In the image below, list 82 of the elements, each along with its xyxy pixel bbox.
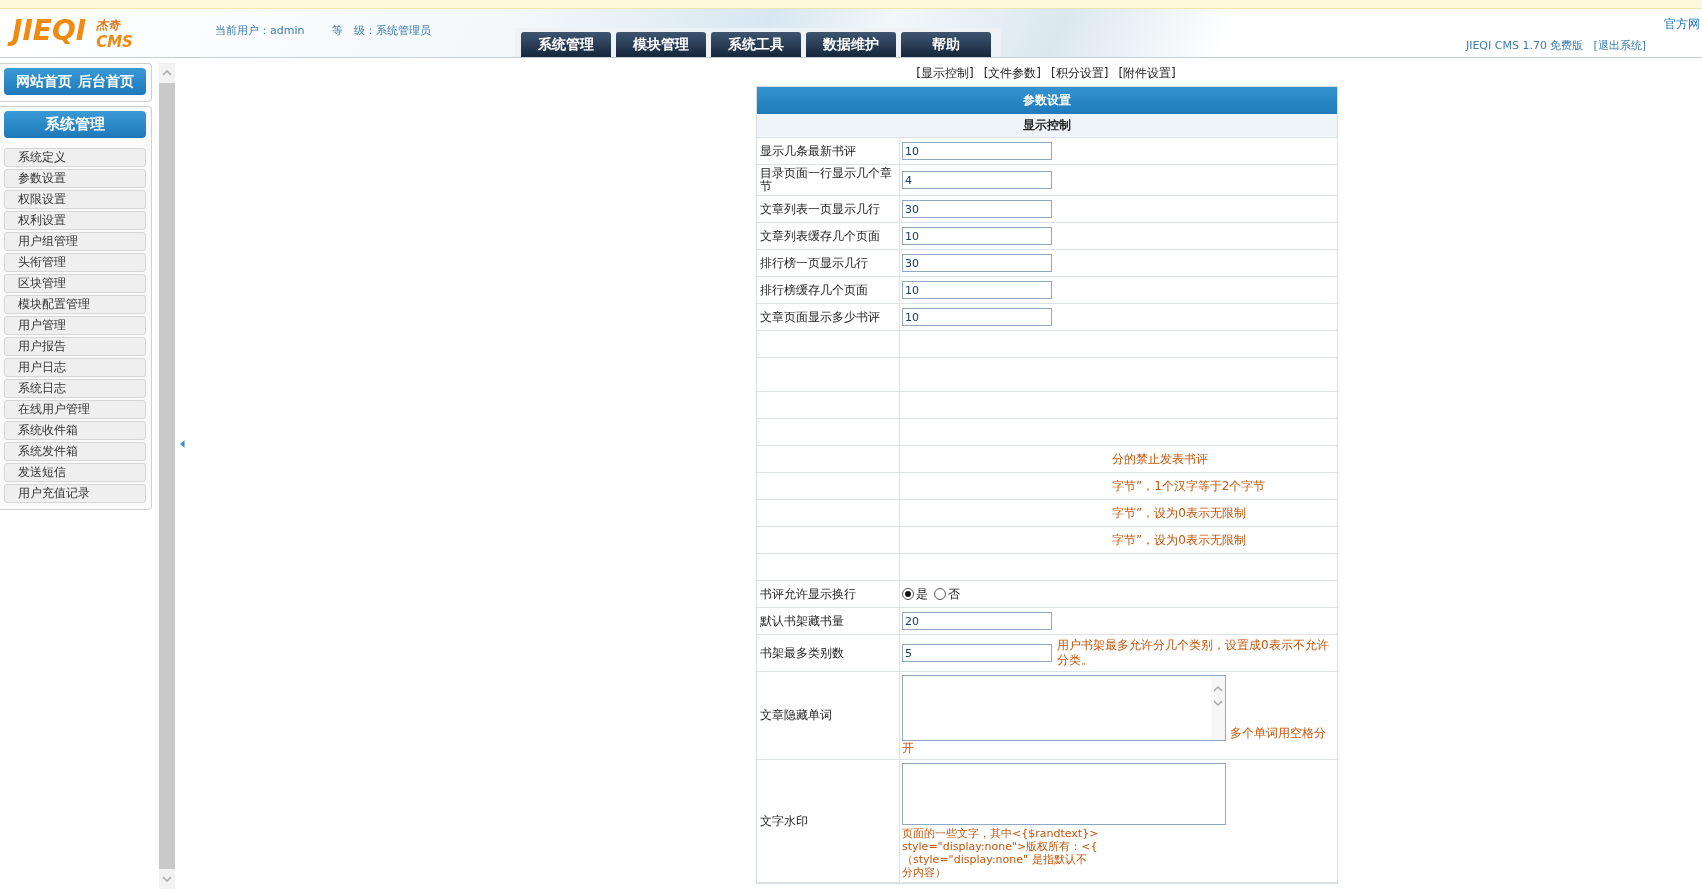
sidebar-item[interactable]: 用户报告 xyxy=(4,337,146,356)
scroll-down-icon[interactable] xyxy=(162,876,173,882)
hint-text: 字节”，1个汉字等于2个字节 xyxy=(1111,477,1266,495)
sidebar-item[interactable]: 权限设置 xyxy=(4,190,146,209)
radio-option[interactable]: 是 xyxy=(902,585,928,603)
sidebar-item[interactable]: 在线用户管理 xyxy=(4,400,146,419)
nav-tab[interactable]: 系统工具 xyxy=(711,32,801,57)
hint-text: 字节”，设为0表示无限制 xyxy=(1111,531,1246,549)
nav-tab[interactable]: 帮助 xyxy=(901,32,991,57)
number-field[interactable]: 4 xyxy=(902,171,1052,189)
sidebar-item[interactable]: 模块配置管理 xyxy=(4,295,146,314)
radio-button[interactable] xyxy=(902,588,914,600)
sidebar-item[interactable]: 用户充值记录 xyxy=(4,484,146,503)
number-field[interactable]: 30 xyxy=(902,254,1052,272)
current-user: 当前用户：admin xyxy=(215,23,305,39)
scroll-down-icon[interactable] xyxy=(1213,700,1223,706)
user-level: 等 级：系统管理员 xyxy=(332,23,432,39)
sidebar-item[interactable]: 用户组管理 xyxy=(4,232,146,251)
site-link[interactable]: 官方网 xyxy=(1664,16,1700,33)
logo-text: CMS xyxy=(96,33,134,51)
sidebar-item[interactable]: 发送短信 xyxy=(4,463,146,482)
nav-tab[interactable]: 模块管理 xyxy=(616,32,706,57)
sidebar-item[interactable]: 权利设置 xyxy=(4,211,146,230)
hint-text: 分的禁止发表书评 xyxy=(1111,450,1208,468)
number-field[interactable]: 10 xyxy=(902,142,1052,160)
scroll-up-icon[interactable] xyxy=(162,70,173,76)
number-field[interactable]: 10 xyxy=(902,281,1052,299)
hint-text: 分内容） xyxy=(902,866,947,879)
group-heading: 显示控制 xyxy=(757,114,1337,138)
hint-text: （style="display:none" 是指默认不 xyxy=(902,853,1088,866)
hint-text: 多个单词用空格分开 xyxy=(902,726,1326,755)
sidebar-item[interactable]: 系统收件箱 xyxy=(4,421,146,440)
logo-text: JIEQI xyxy=(8,11,95,51)
number-field[interactable]: 10 xyxy=(902,227,1052,245)
hint-text: style="display:none">版权所有：<{ xyxy=(902,840,1099,853)
sidebar-item[interactable]: 参数设置 xyxy=(4,169,146,188)
logout-link[interactable]: [退出系统] xyxy=(1593,38,1646,53)
label-cell: 排行榜缓存几个页面 xyxy=(757,277,900,303)
logo-text: 杰奇 xyxy=(96,18,122,33)
text-area[interactable] xyxy=(902,763,1226,825)
scrollbar[interactable] xyxy=(159,63,176,889)
text-area[interactable] xyxy=(902,675,1226,741)
version-text: JIEQI CMS 1.70 免费版 xyxy=(1465,38,1584,53)
label-cell: 显示几条最新书评 xyxy=(757,138,900,164)
scroll-up-icon[interactable] xyxy=(1213,686,1223,692)
number-field[interactable]: 20 xyxy=(902,612,1052,630)
hint-text: 字节”，设为0表示无限制 xyxy=(1111,504,1246,522)
radio-button[interactable] xyxy=(934,588,946,600)
sidebar-item[interactable]: 区块管理 xyxy=(4,274,146,293)
label-cell: 文章隐藏单词 xyxy=(757,672,900,759)
quick-link[interactable]: 网站首页 xyxy=(16,72,72,91)
label-cell: 文章页面显示多少书评 xyxy=(757,304,900,330)
label-cell: 书架最多类别数 xyxy=(757,635,900,671)
sidebar-item[interactable]: 头衔管理 xyxy=(4,253,146,272)
sidebar-item[interactable]: 系统发件箱 xyxy=(4,442,146,461)
hint-text: 用户书架最多允许分几个类别，设置成0表示不允许分类。 xyxy=(1057,638,1330,668)
sidebar-item[interactable]: 系统日志 xyxy=(4,379,146,398)
label-cell: 目录页面一行显示几个章节 xyxy=(757,165,900,195)
section-title: 系统管理 xyxy=(4,111,146,138)
label-cell: 文字水印 xyxy=(757,760,900,882)
radio-option[interactable]: 否 xyxy=(934,585,960,603)
label-cell: 排行榜一页显示几行 xyxy=(757,250,900,276)
label-cell: 文章列表一页显示几行 xyxy=(757,196,900,222)
quick-link[interactable]: 后台首页 xyxy=(78,72,134,91)
label-cell: 书评允许显示换行 xyxy=(757,581,900,607)
section-link[interactable]: [积分设置] xyxy=(1051,64,1109,82)
number-field[interactable]: 10 xyxy=(902,308,1052,326)
sidebar-item[interactable]: 系统定义 xyxy=(4,148,146,167)
nav-tab[interactable]: 系统管理 xyxy=(521,32,611,57)
collapse-arrow-icon[interactable] xyxy=(180,439,185,448)
sidebar-item[interactable]: 用户日志 xyxy=(4,358,146,377)
section-link[interactable]: [文件参数] xyxy=(983,64,1041,82)
label-cell: 默认书架藏书量 xyxy=(757,608,900,634)
number-field[interactable]: 30 xyxy=(902,200,1052,218)
section-link[interactable]: [附件设置] xyxy=(1118,64,1176,82)
section-link[interactable]: [显示控制] xyxy=(916,64,974,82)
label-cell: 文章列表缓存几个页面 xyxy=(757,223,900,249)
sidebar-item[interactable]: 用户管理 xyxy=(4,316,146,335)
hint-text: 页面的一些文字，其中<{$randtext}> xyxy=(902,827,1100,840)
table-title: 参数设置 xyxy=(757,87,1337,114)
number-field[interactable]: 5 xyxy=(902,644,1052,662)
nav-tab[interactable]: 数据维护 xyxy=(806,32,896,57)
